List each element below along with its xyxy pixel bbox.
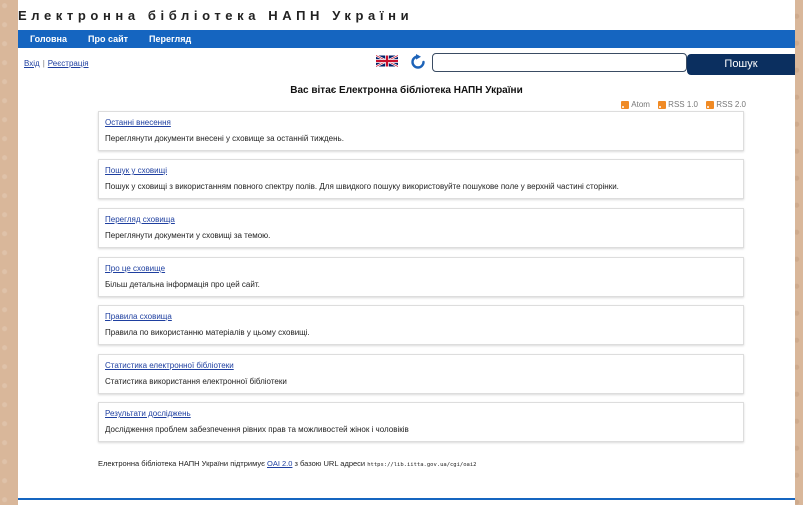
panel-research: Результати досліджень Дослідження пробле… [98, 402, 744, 442]
rss-icon [658, 100, 667, 109]
panel-description: Пошук у сховищі з використанням повного … [105, 182, 619, 191]
rss-icon [706, 100, 715, 109]
panel-browse: Перегляд сховища Переглянути документи у… [98, 208, 744, 248]
oai-url: https://lib.iitta.gov.ua/cgi/oai2 [367, 462, 477, 468]
search-button[interactable]: Пошук [687, 54, 795, 75]
feed-label: Atom [631, 100, 650, 109]
panel-description: Дослідження проблем забезпечення рівних … [105, 425, 409, 434]
panel-description: Більш детальна інформація про цей сайт. [105, 280, 260, 289]
feed-rss-1[interactable]: RSS 1.0 [658, 100, 698, 109]
feed-atom[interactable]: Atom [621, 100, 650, 109]
panel-link[interactable]: Результати досліджень [105, 409, 191, 418]
rss-icon [621, 100, 630, 109]
panel-policies: Правила сховища Правила по використанню … [98, 305, 744, 345]
panel-description: Переглянути документи у сховищі за темою… [105, 231, 271, 240]
panel-link[interactable]: Правила сховища [105, 312, 172, 321]
page: Електронна бібліотека НАПН України Голов… [18, 0, 795, 505]
footer-divider [18, 498, 795, 500]
panel-link[interactable]: Пошук у сховищі [105, 166, 167, 175]
panel-description: Переглянути документи внесені у сховище … [105, 134, 344, 143]
nav-item-home[interactable]: Головна [30, 30, 67, 48]
nav-item-about[interactable]: Про сайт [88, 30, 128, 48]
auth-links: Вхід | Реєстрація [24, 59, 89, 68]
feed-label: RSS 1.0 [668, 100, 698, 109]
panel-description: Правила по використанню матеріалів у цьо… [105, 328, 310, 337]
feed-links: Atom RSS 1.0 RSS 2.0 [615, 100, 746, 111]
feed-label: RSS 2.0 [716, 100, 746, 109]
search-input[interactable] [432, 53, 687, 72]
feed-rss-2[interactable]: RSS 2.0 [706, 100, 746, 109]
footer-text: Електронна бібліотека НАПН України підтр… [98, 459, 477, 468]
footer-text-after: з базою URL адреси [292, 459, 368, 468]
main-navbar: Головна Про сайт Перегляд [18, 30, 795, 48]
oai-link[interactable]: OAI 2.0 [267, 459, 292, 468]
panel-link[interactable]: Перегляд сховища [105, 215, 175, 224]
panel-statistics: Статистика електронної бібліотеки Статис… [98, 354, 744, 394]
panel-link[interactable]: Останні внесення [105, 118, 171, 127]
panel-latest-additions: Останні внесення Переглянути документи в… [98, 111, 744, 151]
nav-item-browse[interactable]: Перегляд [149, 30, 191, 48]
panel-about: Про це сховище Більш детальна інформація… [98, 257, 744, 297]
panel-search: Пошук у сховищі Пошук у сховищі з викори… [98, 159, 744, 199]
auth-separator: | [42, 59, 45, 68]
uk-flag-icon[interactable] [376, 54, 398, 68]
welcome-heading: Вас вітає Електронна бібліотека НАПН Укр… [290, 85, 523, 96]
login-link[interactable]: Вхід [24, 59, 40, 68]
site-title: Електронна бібліотека НАПН України [18, 8, 414, 23]
refresh-icon[interactable] [410, 54, 426, 70]
register-link[interactable]: Реєстрація [48, 59, 89, 68]
panel-link[interactable]: Статистика електронної бібліотеки [105, 361, 234, 370]
footer-text-before: Електронна бібліотека НАПН України підтр… [98, 459, 267, 468]
panel-description: Статистика використання електронної бібл… [105, 377, 287, 386]
panel-link[interactable]: Про це сховище [105, 264, 165, 273]
